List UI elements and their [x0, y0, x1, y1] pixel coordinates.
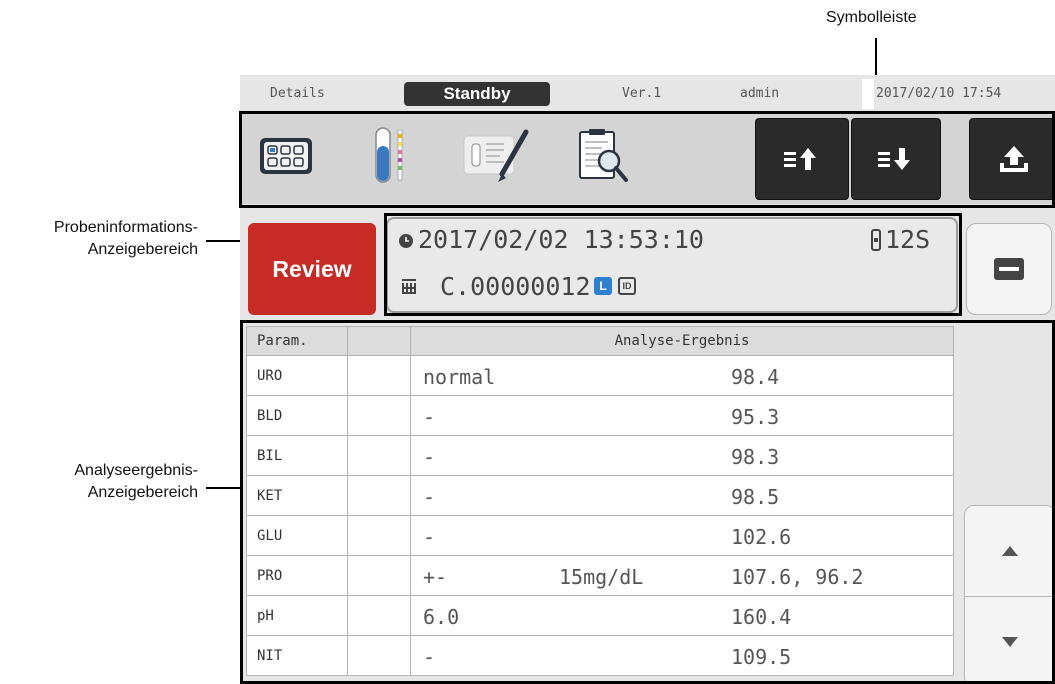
table-row[interactable]: URO normal 98.4	[246, 355, 954, 396]
scroll-down-button[interactable]	[965, 597, 1055, 684]
sample-info-callout-label: Probeninformations- Anzeigebereich	[0, 217, 198, 261]
scroll-up-button[interactable]	[965, 506, 1055, 596]
sample-datetime: 2017/02/02 13:53:10	[418, 225, 704, 254]
results-table: Param. Analyse-Ergebnis URO normal 98.4 BLD…	[246, 326, 954, 676]
header-result: Analyse-Ergebnis	[410, 326, 954, 356]
device-screen: Details Standby Ver.1 admin 2017/02/10 1…	[240, 75, 1055, 684]
qualitative-value: 6.0	[423, 605, 460, 629]
measurement-grid-icon[interactable]	[250, 124, 322, 188]
table-row[interactable]: BIL - 98.3	[246, 435, 954, 476]
review-button[interactable]: Review	[248, 223, 376, 315]
sample-info-callout-line2: Anzeigebereich	[87, 241, 198, 258]
result-cell: 6.0 160.4	[410, 595, 954, 636]
header-param: Param.	[246, 326, 348, 356]
raw-value: 109.5	[731, 645, 792, 669]
table-row[interactable]: NIT - 109.5	[246, 635, 954, 676]
datetime-label: 2017/02/10 17:54	[876, 86, 1002, 101]
section-name: Details	[270, 86, 325, 101]
result-cell: normal 98.4	[410, 355, 954, 396]
flag-cell	[347, 435, 411, 476]
rack-position: 12S	[885, 225, 931, 254]
card-button[interactable]	[966, 223, 1052, 315]
result-cell: - 98.3	[410, 435, 954, 476]
qualitative-value: -	[423, 445, 436, 469]
flag-cell	[347, 555, 411, 596]
result-cell: - 109.5	[410, 635, 954, 676]
sample-info-panel: 2017/02/02 13:53:10 12S C.00000012 L ID	[386, 217, 958, 313]
status-bar: Details Standby Ver.1 admin 2017/02/10 1…	[240, 75, 1055, 109]
upload-icon	[1000, 146, 1028, 172]
param-cell: PRO	[246, 555, 348, 596]
user-label: admin	[740, 86, 780, 101]
raw-value: 102.6	[731, 525, 792, 549]
qualitative-value: -	[423, 485, 436, 509]
table-row[interactable]: PRO +- 15mg/dL 107.6, 96.2	[246, 555, 954, 596]
upload-button[interactable]	[969, 118, 1055, 200]
param-cell: NIT	[246, 635, 348, 676]
table-row[interactable]: pH 6.0 160.4	[246, 595, 954, 636]
raw-value: 107.6, 96.2	[731, 565, 864, 589]
result-cell: - 98.5	[410, 475, 954, 516]
badge-l: L	[594, 277, 612, 295]
table-row[interactable]: BLD - 95.3	[246, 395, 954, 436]
param-cell: BIL	[246, 435, 348, 476]
flag-cell	[347, 475, 411, 516]
header-flag	[347, 326, 411, 356]
raw-value: 98.3	[731, 445, 780, 469]
qualitative-value: -	[423, 405, 436, 429]
flag-cell	[347, 595, 411, 636]
badge-id: ID	[618, 277, 636, 295]
card-icon	[994, 258, 1024, 280]
raw-value: 98.5	[731, 485, 780, 509]
qualitative-value: -	[423, 645, 436, 669]
raw-value: 160.4	[731, 605, 792, 629]
results-callout-label: Analyseergebnis- Anzeigebereich	[0, 460, 198, 504]
result-cell: +- 15mg/dL 107.6, 96.2	[410, 555, 954, 596]
concentration-value: 15mg/dL	[559, 565, 644, 589]
toolbar-callout-label: Symbolleiste	[826, 9, 917, 26]
triangle-up-icon	[1002, 546, 1018, 556]
rack-icon	[871, 229, 881, 251]
sort-descending-button[interactable]	[851, 118, 941, 200]
result-cell: - 102.6	[410, 515, 954, 556]
flag-cell	[347, 355, 411, 396]
table-row[interactable]: KET - 98.5	[246, 475, 954, 516]
param-cell: GLU	[246, 515, 348, 556]
param-cell: KET	[246, 475, 348, 516]
report-search-icon[interactable]	[566, 124, 638, 188]
sort-ascending-icon	[784, 148, 816, 170]
sort-ascending-button[interactable]	[755, 118, 849, 200]
table-row[interactable]: GLU - 102.6	[246, 515, 954, 556]
results-callout-line2: Anzeigebereich	[87, 484, 198, 501]
barcode-icon	[402, 279, 416, 294]
toolbar	[240, 112, 1055, 204]
test-tube-icon[interactable]	[352, 124, 424, 188]
qualitative-value: -	[423, 525, 436, 549]
sample-id: C.00000012	[440, 272, 591, 301]
param-cell: URO	[246, 355, 348, 396]
status-divider	[862, 79, 874, 109]
flag-cell	[347, 515, 411, 556]
qualitative-value: normal	[423, 365, 496, 389]
flag-cell	[347, 395, 411, 436]
raw-value: 98.4	[731, 365, 780, 389]
result-cell: - 95.3	[410, 395, 954, 436]
triangle-down-icon	[1002, 637, 1018, 647]
strip-edit-icon[interactable]	[458, 124, 530, 188]
qualitative-value: +-	[423, 565, 448, 589]
results-callout-line	[206, 487, 244, 489]
status-badge: Standby	[404, 82, 550, 106]
scroll-panel	[964, 505, 1055, 684]
clock-icon	[399, 234, 413, 248]
param-cell: BLD	[246, 395, 348, 436]
version-label: Ver.1	[622, 86, 662, 101]
sort-descending-icon	[878, 148, 910, 170]
param-cell: pH	[246, 595, 348, 636]
results-callout-line1: Analyseergebnis-	[74, 462, 198, 479]
flag-cell	[347, 635, 411, 676]
results-header-row: Param. Analyse-Ergebnis	[246, 326, 954, 356]
raw-value: 95.3	[731, 405, 780, 429]
results-body: URO normal 98.4 BLD - 95.3 BIL - 98.3 KET - 98.5…	[246, 355, 954, 676]
sample-info-callout-line1: Probeninformations-	[53, 219, 198, 236]
